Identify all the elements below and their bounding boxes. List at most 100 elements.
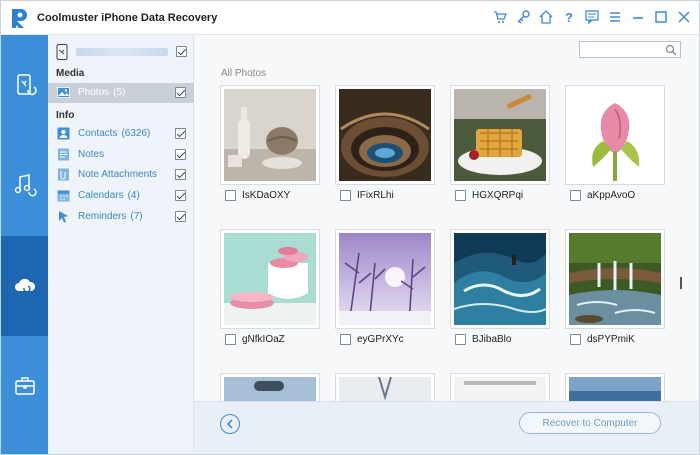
phone-icon [56, 44, 68, 60]
rail-icloud-backup[interactable] [1, 236, 48, 336]
photo-thumbnail-frame[interactable] [565, 373, 665, 401]
minimize-icon[interactable] [631, 9, 645, 25]
search-icon[interactable] [665, 44, 677, 56]
photo-checkbox[interactable] [570, 334, 581, 345]
tree-item-photos[interactable]: Photos (5) [48, 83, 194, 103]
photo-checkbox[interactable] [455, 190, 466, 201]
title-bar-actions: ? [493, 9, 691, 25]
rail-recover-from-device[interactable] [1, 35, 48, 135]
reminders-checkbox[interactable] [175, 211, 186, 222]
photo-thumbnail-frame[interactable] [335, 229, 435, 329]
photo-checkbox[interactable] [225, 190, 236, 201]
photo-caption: dsPYPmiK [565, 331, 665, 349]
photo-name: eyGPrXYc [357, 334, 404, 345]
photo-name: IFixRLhi [357, 190, 394, 201]
tree-item-note-attachments[interactable]: Note Attachments [48, 165, 194, 185]
photo-thumbnail [569, 89, 661, 181]
app-title: Coolmuster iPhone Data Recovery [37, 12, 218, 24]
photo-checkbox[interactable] [225, 334, 236, 345]
photo-name: HGXQRPqi [472, 190, 524, 201]
search-input[interactable] [579, 41, 681, 58]
photo-card[interactable] [450, 373, 550, 401]
photo-thumbnail [454, 377, 546, 401]
photo-thumbnail [454, 89, 546, 181]
cart-icon[interactable] [493, 9, 507, 25]
scrollbar-thumb[interactable] [680, 277, 682, 289]
photo-caption: BJibaBlo [450, 331, 550, 349]
photo-thumbnail-frame[interactable] [335, 373, 435, 401]
photo-card[interactable]: gNfkIOaZ [220, 229, 320, 349]
tree-item-reminders[interactable]: Reminders (7) [48, 207, 194, 227]
photo-caption: HGXQRPqi [450, 187, 550, 205]
photo-card[interactable]: HGXQRPqi [450, 85, 550, 205]
info-section-label: Info [56, 110, 75, 121]
tree-item-label: Notes [78, 149, 105, 160]
photo-thumbnail-frame[interactable] [565, 229, 665, 329]
photos-checkbox[interactable] [175, 87, 186, 98]
photo-thumbnail-frame[interactable] [220, 373, 320, 401]
photo-thumbnail-frame[interactable] [220, 85, 320, 185]
photo-thumbnail [454, 233, 546, 325]
photo-thumbnail-frame[interactable] [450, 373, 550, 401]
photo-thumbnail [224, 233, 316, 325]
photo-checkbox[interactable] [340, 190, 351, 201]
note-attachments-checkbox[interactable] [175, 169, 186, 180]
recover-to-computer-button[interactable]: Recover to Computer [519, 412, 661, 434]
notes-checkbox[interactable] [175, 149, 186, 160]
photo-thumbnail-frame[interactable] [220, 229, 320, 329]
photo-card[interactable]: aKppAvoO [565, 85, 665, 205]
photo-card[interactable]: IFixRLhi [335, 85, 435, 205]
key-icon[interactable] [516, 9, 530, 25]
photo-thumbnail [339, 377, 431, 401]
rail-toolbox[interactable] [1, 336, 48, 436]
photo-card[interactable]: dsPYPmiK [565, 229, 665, 349]
device-checkbox[interactable] [176, 46, 187, 57]
photo-thumbnail-frame[interactable] [450, 85, 550, 185]
photo-checkbox[interactable] [340, 334, 351, 345]
photo-name: IsKDaOXY [242, 190, 291, 201]
home-icon[interactable] [539, 9, 553, 25]
mode-rail [1, 35, 48, 454]
photo-name: aKppAvoO [587, 190, 636, 201]
contacts-checkbox[interactable] [175, 128, 186, 139]
tree-item-notes[interactable]: Notes [48, 145, 194, 165]
help-icon[interactable]: ? [562, 9, 576, 25]
calendars-checkbox[interactable] [175, 190, 186, 201]
photo-card[interactable] [565, 373, 665, 401]
photo-card[interactable] [220, 373, 320, 401]
photo-thumbnail [224, 377, 316, 401]
photo-thumbnail-frame[interactable] [450, 229, 550, 329]
main-panel: All Photos IsKDaOXY IFixRLhi HGXQRPqi aK… [194, 35, 699, 454]
photo-thumbnail-frame[interactable] [335, 85, 435, 185]
recover-from-device-icon [16, 74, 37, 96]
svg-text:?: ? [565, 10, 573, 24]
photo-caption: gNfkIOaZ [220, 331, 320, 349]
menu-icon[interactable] [608, 9, 622, 25]
icloud-backup-icon [14, 278, 35, 293]
tree-item-label: Calendars (4) [78, 190, 140, 201]
photo-checkbox[interactable] [570, 190, 581, 201]
photo-card[interactable]: eyGPrXYc [335, 229, 435, 349]
itunes-backup-icon [14, 174, 37, 197]
device-row[interactable] [56, 43, 188, 61]
category-tree: Media Photos (5) Info Contacts (6326) No… [48, 35, 194, 454]
photo-thumbnail [569, 377, 661, 401]
photo-card[interactable]: IsKDaOXY [220, 85, 320, 205]
photo-card[interactable] [335, 373, 435, 401]
tree-item-label: Reminders (7) [78, 211, 143, 222]
rail-itunes-backup[interactable] [1, 135, 48, 235]
tree-item-contacts[interactable]: Contacts (6326) [48, 124, 194, 144]
app-logo-icon [9, 7, 29, 29]
maximize-icon[interactable] [654, 9, 668, 25]
tree-item-calendars[interactable]: Calendars (4) [48, 186, 194, 206]
photo-thumbnail-frame[interactable] [565, 85, 665, 185]
photo-checkbox[interactable] [455, 334, 466, 345]
photo-card[interactable]: BJibaBlo [450, 229, 550, 349]
feedback-icon[interactable] [585, 9, 599, 25]
photo-thumbnail [339, 233, 431, 325]
close-icon[interactable] [677, 9, 691, 25]
photo-caption: IsKDaOXY [220, 187, 320, 205]
back-button[interactable] [220, 414, 240, 434]
calendar-icon [57, 190, 70, 202]
photo-name: BJibaBlo [472, 334, 512, 345]
